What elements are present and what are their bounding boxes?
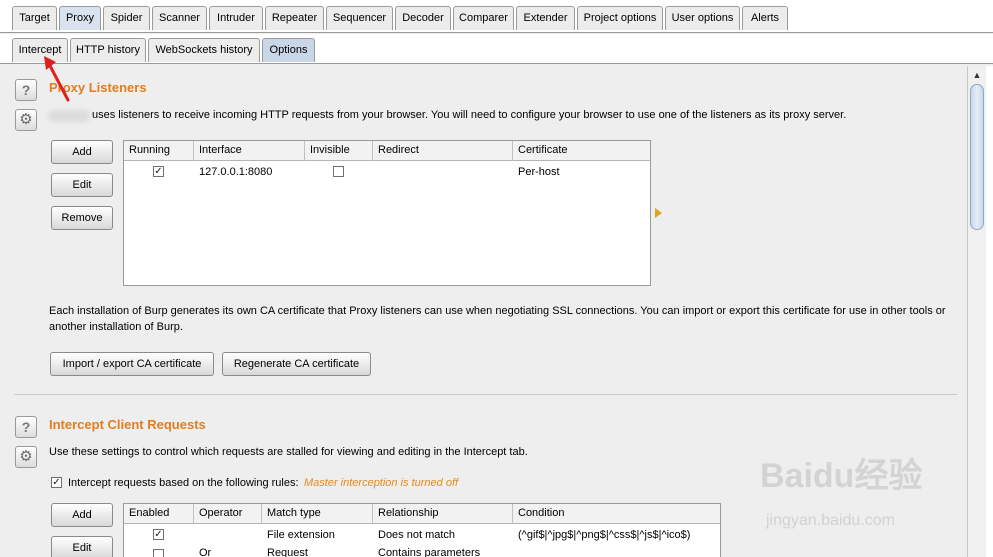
import-export-ca-button[interactable]: Import / export CA certificate [50,352,214,376]
invisible-checkbox[interactable] [333,166,344,177]
subtab-options[interactable]: Options [262,38,315,62]
window-edge [986,66,993,557]
intercept-rules-label: Intercept requests based on the followin… [68,477,299,489]
edit-rule-button[interactable]: Edit [51,536,113,557]
main-tab-bar: Target Proxy Spider Scanner Intruder Rep… [0,0,993,33]
relationship-cell: Does not match [378,529,456,541]
ca-description-line2: another installation of Burp. [49,321,183,333]
rules-table-header: Enabled Operator Match type Relationship… [124,504,720,524]
condition-cell: (^gif$|^jpg$|^png$|^css$|^js$|^ico$) [518,529,691,541]
col-relationship[interactable]: Relationship [373,504,513,524]
tab-alerts[interactable]: Alerts [742,6,788,30]
match-type-cell: File extension [267,529,335,541]
section-divider [14,394,957,395]
subtab-http-history[interactable]: HTTP history [70,38,146,62]
settings-gear-icon[interactable]: ⚙ [15,446,37,468]
tab-repeater[interactable]: Repeater [265,6,324,30]
col-enabled[interactable]: Enabled [124,504,194,524]
table-row[interactable]: Or Request Contains parameters [124,544,720,557]
tab-sequencer[interactable]: Sequencer [326,6,393,30]
red-annotation-arrow-icon [44,56,70,102]
scroll-up-arrow-icon[interactable]: ▲ [970,68,984,82]
settings-gear-icon[interactable]: ⚙ [15,109,37,131]
col-running[interactable]: Running [124,141,194,161]
tab-proxy[interactable]: Proxy [59,6,101,30]
tab-project-options[interactable]: Project options [577,6,663,30]
table-row[interactable]: ✓ File extension Does not match (^gif$|^… [124,526,720,544]
baidu-watermark-logo: Baidu经验 [760,457,923,495]
edit-listener-button[interactable]: Edit [51,173,113,197]
col-condition[interactable]: Condition [513,504,720,524]
subtab-websockets-history[interactable]: WebSockets history [148,38,260,62]
running-checkbox[interactable]: ✓ [153,166,164,177]
help-icon[interactable]: ? [15,79,37,101]
interface-cell: 127.0.0.1:8080 [199,166,273,178]
col-certificate[interactable]: Certificate [513,141,650,161]
ca-description-line1: Each installation of Burp generates its … [49,305,946,317]
scrollbar-thumb[interactable] [970,84,984,230]
tab-decoder[interactable]: Decoder [395,6,451,30]
rule-enabled-checkbox[interactable] [153,549,164,557]
regenerate-ca-button[interactable]: Regenerate CA certificate [222,352,371,376]
listeners-description: uses listeners to receive incoming HTTP … [92,109,847,121]
expand-arrow-icon[interactable] [655,208,662,218]
col-operator[interactable]: Operator [194,504,262,524]
help-icon[interactable]: ? [15,416,37,438]
add-listener-button[interactable]: Add [51,140,113,164]
tab-target[interactable]: Target [12,6,57,30]
col-match-type[interactable]: Match type [262,504,373,524]
col-redirect[interactable]: Redirect [373,141,513,161]
vertical-scrollbar[interactable]: ▲ [967,66,985,557]
table-row[interactable]: ✓ 127.0.0.1:8080 Per-host [124,163,650,181]
sub-tab-bar: Intercept HTTP history WebSockets histor… [0,34,993,64]
match-type-cell: Request [267,547,308,557]
certificate-cell: Per-host [518,166,560,178]
tab-user-options[interactable]: User options [665,6,740,30]
listeners-table: Running Interface Invisible Redirect Cer… [123,140,651,286]
intercept-description: Use these settings to control which requ… [49,446,528,458]
tab-comparer[interactable]: Comparer [453,6,514,30]
col-interface[interactable]: Interface [194,141,305,161]
tab-intruder[interactable]: Intruder [209,6,263,30]
add-rule-button[interactable]: Add [51,503,113,527]
master-interception-status: Master interception is turned off [304,477,459,489]
baidu-watermark-url: jingyan.baidu.com [766,512,895,529]
listeners-table-header: Running Interface Invisible Redirect Cer… [124,141,650,161]
intercept-rules-table: Enabled Operator Match type Relationship… [123,503,721,557]
tab-spider[interactable]: Spider [103,6,150,30]
col-invisible[interactable]: Invisible [305,141,373,161]
operator-cell: Or [199,547,212,557]
remove-listener-button[interactable]: Remove [51,206,113,230]
tab-extender[interactable]: Extender [516,6,575,30]
rule-enabled-checkbox[interactable]: ✓ [153,529,164,540]
intercept-requests-title: Intercept Client Requests [49,417,206,432]
intercept-rules-checkbox[interactable]: ✓ [51,477,62,488]
tab-scanner[interactable]: Scanner [152,6,207,30]
relationship-cell: Contains parameters [378,547,481,557]
redacted-text [48,110,90,122]
